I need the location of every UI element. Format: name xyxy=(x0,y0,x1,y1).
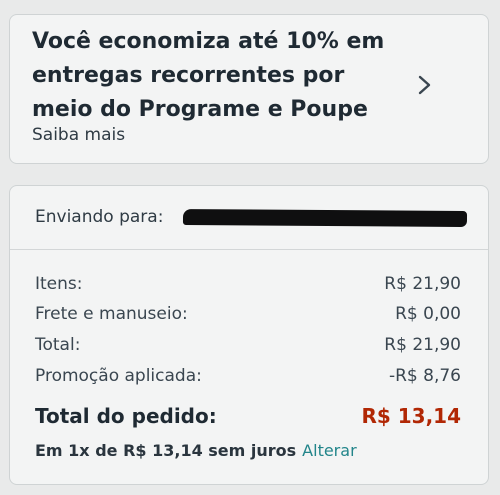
shipping-address-row[interactable]: Enviando para: xyxy=(10,186,488,250)
learn-more-link[interactable]: Saiba mais xyxy=(32,125,125,145)
subtotal-line: Total: R$ 21,90 xyxy=(35,335,461,359)
installments-text: Em 1x de R$ 13,14 sem juros xyxy=(35,441,297,460)
promotion-line: Promoção aplicada: -R$ 8,76 xyxy=(35,366,461,390)
shipping-fee-label: Frete e manuseio: xyxy=(35,304,188,324)
promotion-value: -R$ 8,76 xyxy=(388,366,461,386)
chevron-right-icon[interactable] xyxy=(414,70,436,100)
change-installments-link[interactable]: Alterar xyxy=(302,441,356,460)
order-total-label: Total do pedido: xyxy=(35,404,217,428)
shipping-fee-value: R$ 0,00 xyxy=(395,304,461,324)
promotion-label: Promoção aplicada: xyxy=(35,366,202,386)
subscribe-save-promo-card[interactable]: Você economiza até 10% em entregas recor… xyxy=(9,14,489,164)
order-total-value: R$ 13,14 xyxy=(361,404,461,428)
items-line: Itens: R$ 21,90 xyxy=(35,274,461,298)
order-total-row: Total do pedido: R$ 13,14 xyxy=(35,404,461,432)
shipping-label: Enviando para: xyxy=(35,207,164,227)
subtotal-value: R$ 21,90 xyxy=(384,335,461,355)
items-value: R$ 21,90 xyxy=(384,274,461,294)
redacted-address xyxy=(182,209,468,227)
installments-info: Em 1x de R$ 13,14 sem juros Alterar xyxy=(35,441,357,460)
shipping-fee-line: Frete e manuseio: R$ 0,00 xyxy=(35,304,461,328)
subtotal-label: Total: xyxy=(35,335,81,355)
items-label: Itens: xyxy=(35,274,83,294)
promo-title: Você economiza até 10% em entregas recor… xyxy=(32,29,385,122)
order-summary-card: Enviando para: Itens: R$ 21,90 Frete e m… xyxy=(9,185,489,485)
